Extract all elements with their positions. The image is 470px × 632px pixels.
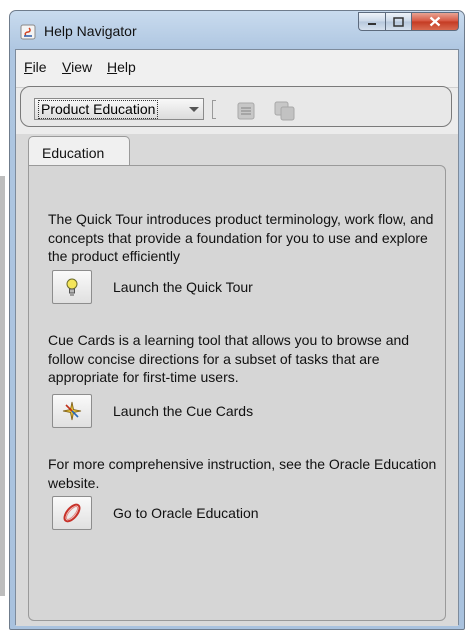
chevron-down-icon: [189, 107, 199, 112]
maximize-button[interactable]: [385, 12, 411, 31]
product-select[interactable]: Product Education: [34, 98, 204, 120]
toolbar-separator: [212, 100, 216, 119]
product-select-value: Product Education: [38, 100, 159, 119]
cue-cards-description: Cue Cards is a learning tool that allows…: [48, 332, 410, 385]
minimize-button[interactable]: [358, 12, 385, 31]
oracle-education-description: For more comprehensive instruction, see …: [48, 456, 437, 491]
menu-bar: File View Help: [16, 50, 458, 88]
launch-quick-tour-button[interactable]: [52, 270, 92, 304]
launch-quick-tour-label[interactable]: Launch the Quick Tour: [113, 279, 253, 295]
launch-cue-cards-label[interactable]: Launch the Cue Cards: [113, 403, 253, 419]
topics-icon[interactable]: [272, 98, 298, 124]
lightbulb-icon: [66, 278, 78, 296]
window-content: File View Help Product Education Educati…: [15, 49, 459, 626]
close-icon: [429, 16, 441, 27]
launch-cue-cards-button[interactable]: [52, 394, 92, 428]
menu-file[interactable]: File: [24, 59, 47, 75]
go-to-oracle-education-button[interactable]: [52, 496, 92, 530]
tab-education[interactable]: Education: [28, 136, 130, 166]
window-edge: [0, 176, 5, 596]
oracle-education-icon: [63, 503, 81, 523]
menu-view[interactable]: View: [62, 59, 92, 75]
compass-icon: [62, 401, 82, 421]
go-to-oracle-education-label[interactable]: Go to Oracle Education: [113, 505, 259, 521]
navigator-icon[interactable]: [233, 98, 259, 124]
window-controls: [358, 12, 459, 32]
title-bar[interactable]: Help Navigator: [10, 11, 464, 49]
maximize-icon: [393, 16, 404, 27]
help-navigator-window: Help Navigator File View Help Product Ed…: [9, 10, 465, 630]
minimize-icon: [368, 22, 376, 25]
window-title: Help Navigator: [44, 23, 137, 39]
quick-tour-description: The Quick Tour introduces product termin…: [48, 211, 434, 264]
close-button[interactable]: [411, 12, 459, 31]
menu-help[interactable]: Help: [107, 59, 136, 75]
java-app-icon: [20, 24, 36, 40]
